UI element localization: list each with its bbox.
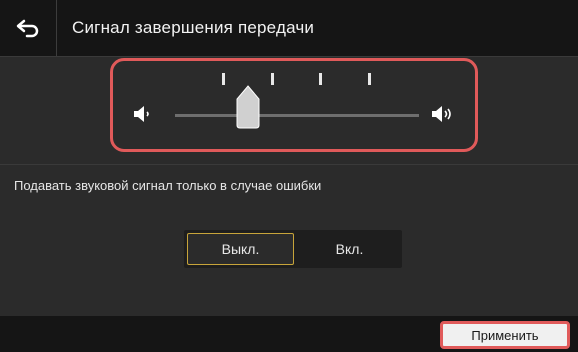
speaker-low-icon bbox=[134, 106, 149, 122]
volume-tick bbox=[319, 73, 323, 85]
volume-track[interactable] bbox=[175, 114, 419, 117]
volume-knob[interactable] bbox=[236, 85, 260, 129]
header: Сигнал завершения передачи bbox=[0, 0, 578, 57]
volume-tick bbox=[221, 73, 225, 85]
apply-button[interactable]: Применить bbox=[440, 321, 570, 349]
off-button[interactable]: Выкл. bbox=[187, 233, 294, 265]
speaker-high-icon bbox=[432, 106, 451, 122]
divider bbox=[0, 164, 578, 165]
error-only-sound-label: Подавать звуковой сигнал только в случае… bbox=[14, 178, 322, 193]
page-title: Сигнал завершения передачи bbox=[72, 18, 315, 37]
on-button[interactable]: Вкл. bbox=[297, 230, 402, 268]
screen: Сигнал завершения передачи Подавать звук… bbox=[0, 0, 578, 352]
on-off-toggle: Выкл. Вкл. bbox=[184, 230, 402, 268]
volume-tick bbox=[270, 73, 274, 85]
back-button[interactable] bbox=[0, 0, 57, 56]
bottom-bar: Применить bbox=[0, 316, 578, 352]
volume-slider[interactable] bbox=[113, 61, 475, 149]
volume-panel bbox=[110, 58, 478, 152]
back-arrow-icon bbox=[16, 19, 39, 38]
volume-tick bbox=[368, 73, 372, 85]
